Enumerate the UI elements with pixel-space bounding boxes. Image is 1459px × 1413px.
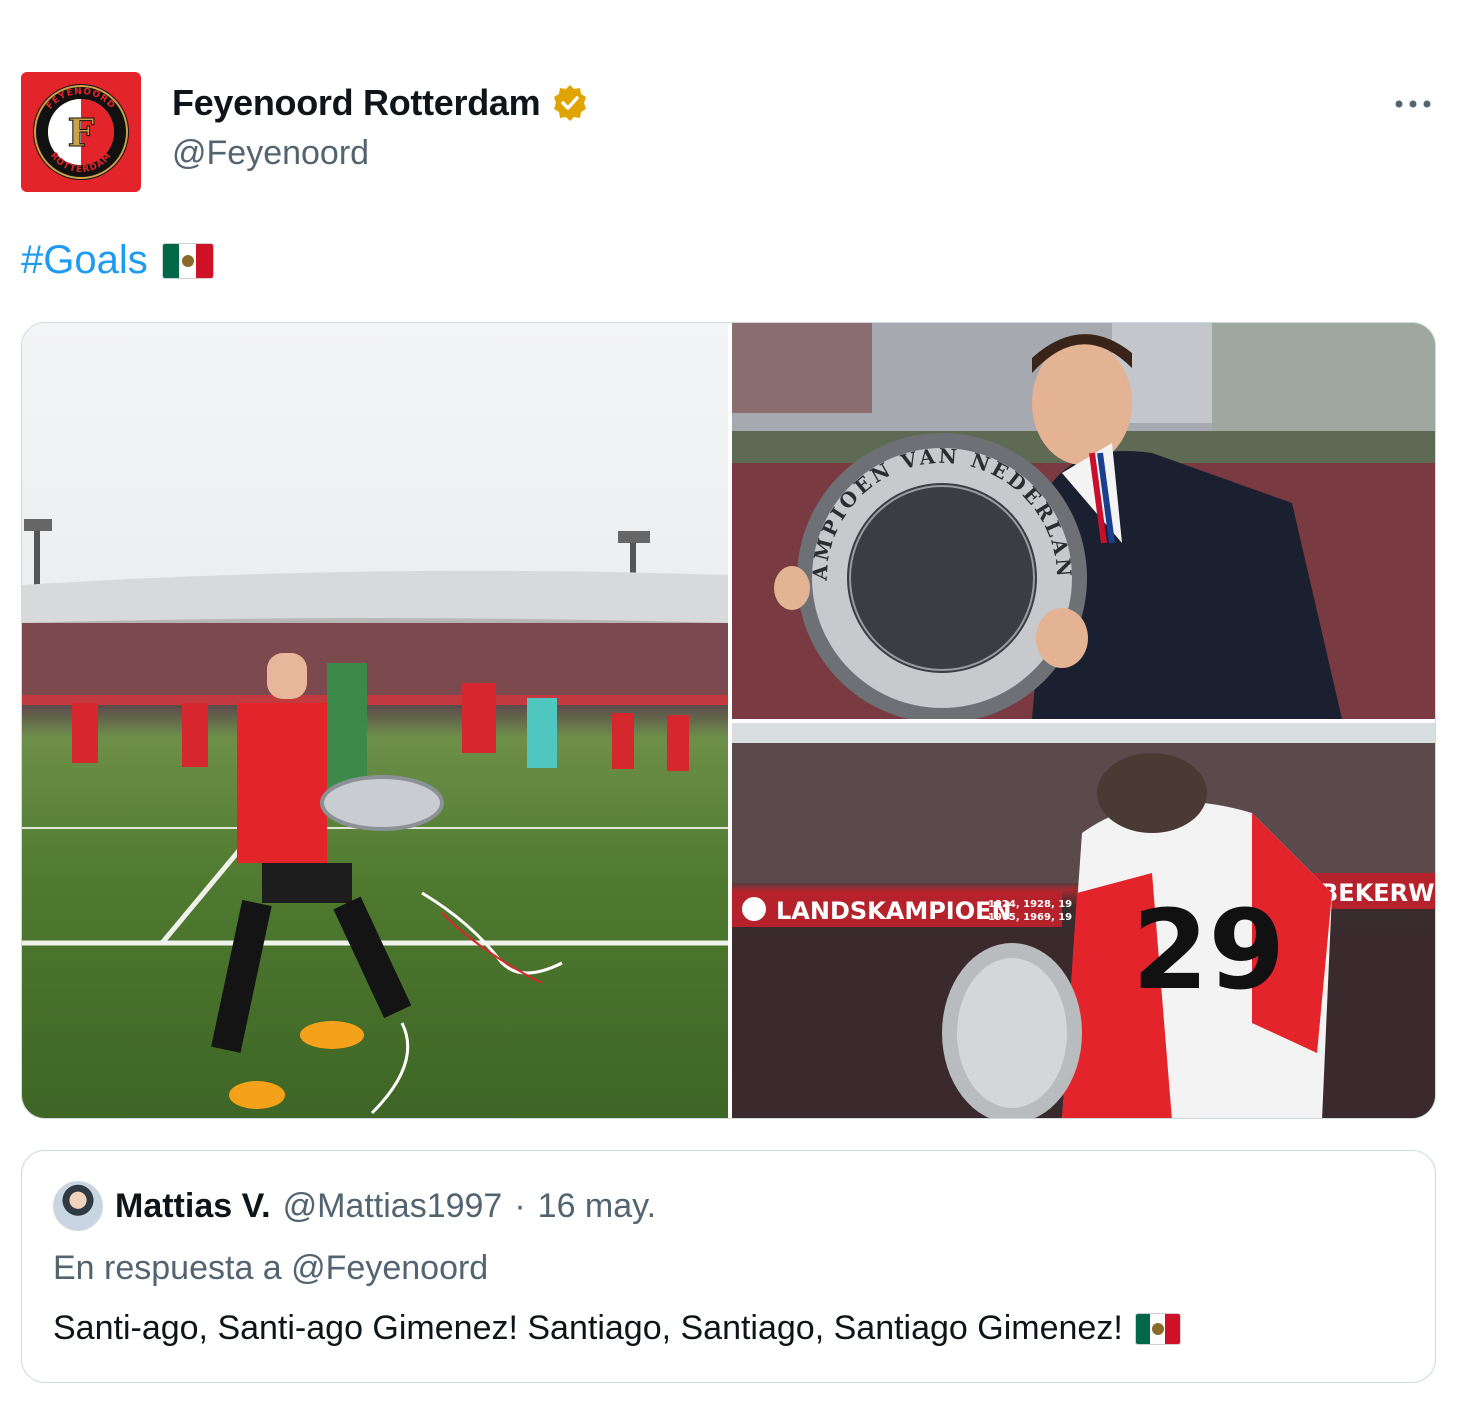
feyenoord-logo-icon: F FEYENOORD ROTTERDAM [33, 84, 129, 180]
quoted-tweet[interactable]: Mattias V. @Mattias1997 · 16 may. En res… [21, 1150, 1436, 1383]
more-options-button[interactable] [1390, 86, 1436, 122]
verified-badge-icon [554, 85, 587, 121]
banner-bekerw: BEKERW [1320, 879, 1435, 907]
quote-text-body: Santi-ago, Santi-ago Gimenez! Santiago, … [53, 1309, 1123, 1347]
quote-author-handle[interactable]: @Mattias1997 [283, 1187, 503, 1226]
quote-text: Santi-ago, Santi-ago Gimenez! Santiago, … [53, 1309, 1181, 1348]
stadium-illustration: LANDSKAMPIOEN 1924, 1928, 19 1965, 1969,… [732, 723, 1435, 1118]
author-name[interactable]: Feyenoord Rotterdam [172, 82, 541, 124]
celebration-illustration [22, 519, 728, 1115]
photo-player-number[interactable]: LANDSKAMPIOEN 1924, 1928, 19 1965, 1969,… [732, 723, 1435, 1118]
media-grid: KAMPIOEN VAN NEDERLAND LANDSKAMPIOEN 192… [21, 322, 1436, 1119]
svg-text:F: F [68, 110, 95, 155]
quote-avatar[interactable] [53, 1181, 103, 1231]
mexico-flag-icon [1134, 1312, 1181, 1345]
quote-date[interactable]: 16 may. [538, 1187, 656, 1226]
quote-author-name[interactable]: Mattias V. [115, 1187, 271, 1226]
quote-reply-context: En respuesta a @Feyenoord [53, 1249, 489, 1287]
trophy-illustration: KAMPIOEN VAN NEDERLAND [732, 323, 1435, 719]
author-avatar[interactable]: F FEYENOORD ROTTERDAM [21, 72, 141, 192]
photo-player-celebration[interactable] [22, 323, 728, 1118]
more-icon [1395, 100, 1431, 108]
shirt-number: 29 [1132, 886, 1285, 1014]
author-handle[interactable]: @Feyenoord [172, 134, 369, 173]
banner-landskampioen: LANDSKAMPIOEN [776, 897, 1012, 925]
quote-separator: · [514, 1186, 526, 1225]
banner-years-1: 1924, 1928, 19 [988, 899, 1072, 910]
quote-header: Mattias V. @Mattias1997 · 16 may. [53, 1181, 656, 1231]
mexico-flag-icon [161, 242, 214, 279]
photo-player-trophy-plate[interactable]: KAMPIOEN VAN NEDERLAND [732, 323, 1435, 719]
banner-years-2: 1965, 1969, 19 [988, 912, 1072, 923]
tweet-text: #Goals [21, 238, 214, 283]
hashtag-link[interactable]: #Goals [21, 238, 148, 283]
author-name-row[interactable]: Feyenoord Rotterdam [172, 82, 590, 124]
